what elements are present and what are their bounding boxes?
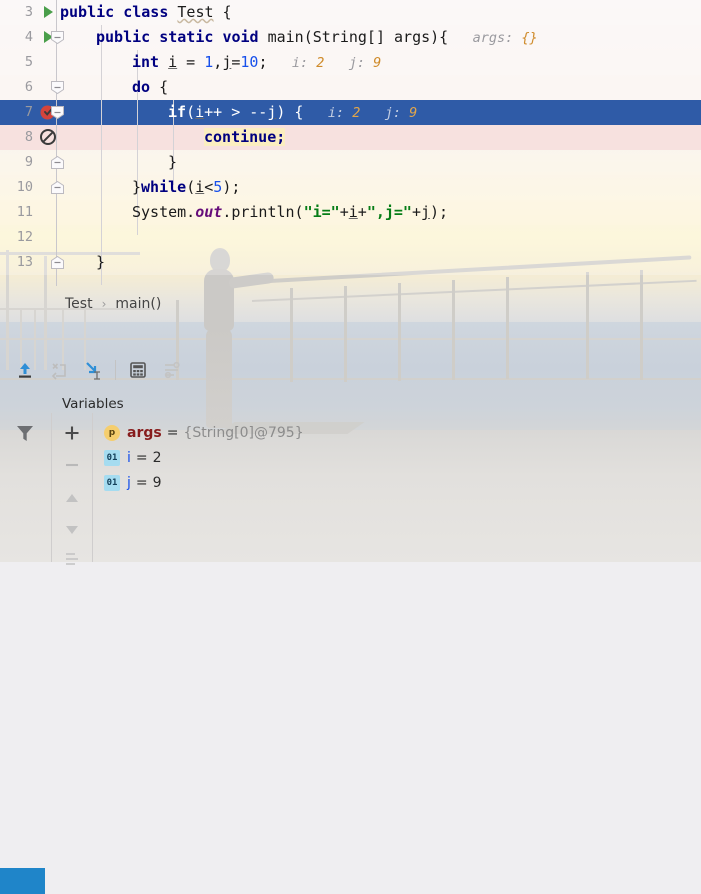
code-line[interactable]: System.out.println("i="+i+",j="+j); [132, 200, 448, 225]
parameter-variable-icon: p [104, 424, 120, 441]
code-line[interactable]: int i = 1,j=10; i: 2 j: 9 [132, 50, 381, 76]
run-gutter-icon[interactable] [38, 2, 60, 24]
code-line-background [0, 150, 701, 175]
variable-value: 9 [152, 474, 162, 491]
line-number: 3 [24, 4, 33, 20]
photo-railing-lower [0, 338, 701, 340]
code-line[interactable]: continue; [204, 125, 286, 150]
code-line-background [0, 250, 701, 275]
line-number: 6 [24, 79, 33, 95]
debugger-toolbar[interactable] [0, 350, 701, 390]
variable-equals: = [135, 449, 148, 466]
line-number: 4 [24, 29, 33, 45]
evaluate-expression-button[interactable] [121, 355, 155, 385]
breadcrumb-item-class[interactable]: Test [63, 296, 95, 312]
line-number: 10 [16, 179, 33, 195]
run-to-cursor-button[interactable] [76, 355, 110, 385]
toolbar-separator [115, 360, 116, 380]
code-line-background [0, 225, 701, 250]
variables-toolbar-column[interactable] [51, 413, 93, 565]
force-step-into-button[interactable] [42, 355, 76, 385]
primitive-variable-icon: 01 [104, 449, 120, 466]
fold-expand-icon[interactable] [50, 155, 65, 170]
line-number: 8 [24, 129, 33, 145]
variable-name: args [127, 424, 162, 441]
remove-watch-button[interactable] [60, 453, 84, 477]
code-line-background [0, 75, 701, 100]
variables-panel-title: Variables [62, 396, 124, 412]
more-options-icon[interactable] [60, 547, 84, 571]
variable-equals: = [135, 474, 148, 491]
breadcrumb[interactable]: Test › main() [0, 286, 701, 321]
fold-collapse-icon[interactable] [50, 105, 65, 120]
tool-window-selected-tab[interactable] [0, 868, 45, 894]
line-number: 7 [24, 104, 33, 120]
line-number: 12 [16, 229, 33, 245]
breakpoint-muted-icon[interactable] [38, 127, 60, 149]
variable-value: 2 [152, 449, 162, 466]
primitive-variable-icon: 01 [104, 474, 120, 491]
variable-equals: = [166, 424, 179, 441]
line-number: 5 [24, 54, 33, 70]
code-line[interactable]: if(i++ > --j) { i: 2 j: 9 [168, 100, 417, 126]
variables-list[interactable]: p args = {String[0]@795} 01 i = 2 01 j = 9 [92, 413, 701, 562]
code-line[interactable]: do { [132, 75, 168, 100]
variable-row[interactable]: p args = {String[0]@795} [104, 420, 304, 445]
step-out-button[interactable] [8, 355, 42, 385]
code-line[interactable]: }while(i<5); [132, 175, 240, 200]
fold-collapse-icon[interactable] [50, 30, 65, 45]
line-number: 11 [16, 204, 33, 220]
line-number: 13 [16, 254, 33, 270]
fold-expand-icon[interactable] [50, 180, 65, 195]
code-line-background [0, 175, 701, 200]
code-line[interactable]: public static void main(String[] args){ … [96, 25, 538, 51]
code-line[interactable]: public class Test { [60, 0, 232, 25]
fold-expand-icon[interactable] [50, 255, 65, 270]
variable-row[interactable]: 01 j = 9 [104, 470, 162, 495]
move-up-button[interactable] [60, 486, 84, 510]
breadcrumb-separator-icon: › [101, 296, 107, 311]
code-line-background [0, 125, 701, 150]
editor-gutter[interactable]: 3 4 5 6 7 8 9 10 11 12 13 [0, 0, 93, 286]
code-editor[interactable]: public class Test {public static void ma… [0, 0, 701, 286]
fold-collapse-icon[interactable] [50, 80, 65, 95]
tool-window-left-strip[interactable] [0, 413, 51, 894]
variable-value: {String[0]@795} [183, 424, 304, 441]
code-line[interactable]: } [96, 250, 105, 275]
variable-row[interactable]: 01 i = 2 [104, 445, 162, 470]
code-line[interactable]: } [168, 150, 177, 175]
settings-button[interactable] [155, 355, 189, 385]
breadcrumb-item-method[interactable]: main() [113, 296, 163, 312]
line-number: 9 [24, 154, 33, 170]
add-watch-button[interactable] [60, 421, 84, 445]
move-down-button[interactable] [60, 518, 84, 542]
filter-icon[interactable] [13, 421, 37, 445]
indent-guide [101, 25, 102, 285]
